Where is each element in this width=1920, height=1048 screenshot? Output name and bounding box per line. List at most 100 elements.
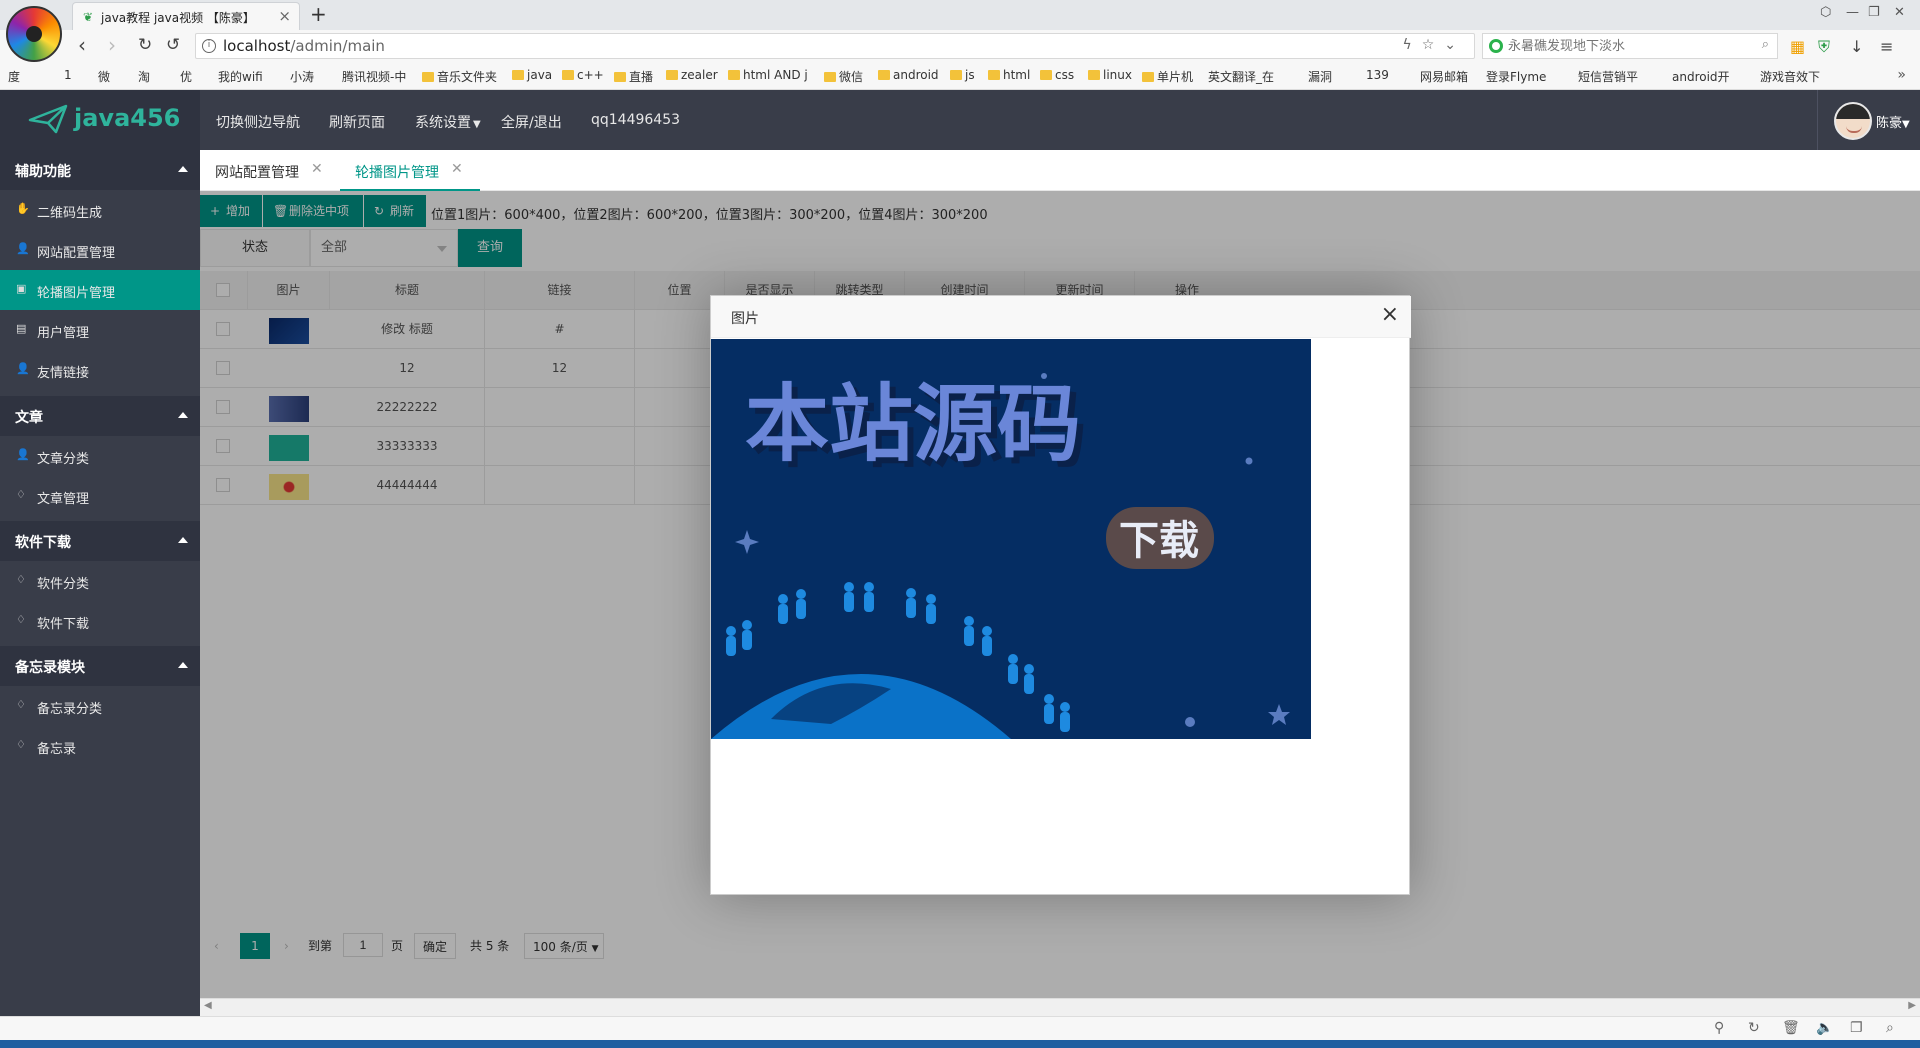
- site-info-icon[interactable]: i: [202, 39, 216, 53]
- bookmark[interactable]: 微: [98, 68, 110, 85]
- sidebar-item-site-config[interactable]: 👤 网站配置管理: [0, 230, 200, 270]
- refresh-icon[interactable]: ↻: [1748, 1020, 1760, 1036]
- sidebar-item-memo[interactable]: ♢ 备忘录: [0, 726, 200, 766]
- sidebar-item-qrcode[interactable]: ✋ 二维码生成: [0, 190, 200, 230]
- search-field[interactable]: ⌕: [1482, 33, 1778, 59]
- tab-site-config[interactable]: 网站配置管理 ✕: [200, 150, 340, 191]
- url-path: /admin/main: [290, 37, 385, 55]
- sidebar-group-aux[interactable]: 辅助功能: [0, 150, 200, 190]
- sidebar-item-label: 备忘录: [37, 742, 77, 757]
- search-input[interactable]: [1508, 36, 1738, 56]
- trash-icon[interactable]: 🗑: [1782, 1020, 1800, 1036]
- bookmark[interactable]: android开: [1672, 68, 1730, 85]
- folder-icon: [878, 70, 890, 80]
- dropdown-icon[interactable]: ⌄: [1444, 37, 1466, 53]
- sidebar-item-links[interactable]: 👤 友情链接: [0, 350, 200, 390]
- bookmark[interactable]: 腾讯视频-中: [342, 68, 406, 85]
- sidebar-item-software-category[interactable]: ♢ 软件分类: [0, 561, 200, 601]
- bookmark-folder[interactable]: c++: [562, 68, 604, 82]
- user-menu[interactable]: 陈豪▼: [1817, 90, 1920, 150]
- preview-image: 本站源码 本站源码 下载: [711, 339, 1311, 739]
- download-icon[interactable]: ↓: [1850, 37, 1863, 56]
- bookmark[interactable]: 网易邮箱: [1420, 68, 1468, 85]
- tab-carousel[interactable]: 轮播图片管理 ✕: [340, 150, 480, 191]
- bookmark[interactable]: 度: [8, 68, 20, 85]
- sidebar-item-users[interactable]: ▤ 用户管理: [0, 310, 200, 350]
- more-bookmarks-icon[interactable]: »: [1897, 67, 1906, 83]
- page-tabs: 网站配置管理 ✕ 轮播图片管理 ✕: [200, 150, 1920, 191]
- bookmark[interactable]: 淘: [138, 68, 150, 85]
- back-icon[interactable]: ‹: [78, 34, 86, 56]
- bookmark-folder[interactable]: 直播: [614, 68, 653, 85]
- sidebar-group-article[interactable]: 文章: [0, 396, 200, 436]
- bookmark-folder[interactable]: zealer: [666, 68, 718, 82]
- browser-tab[interactable]: ❦ java教程 java视频 【陈豪】 ×: [72, 2, 300, 30]
- restore-icon[interactable]: ❐: [1868, 5, 1880, 20]
- apps-icon[interactable]: ▦: [1790, 37, 1805, 56]
- close-tab-icon[interactable]: ✕: [311, 161, 323, 177]
- bookmark-folder[interactable]: java: [512, 68, 552, 82]
- url-field[interactable]: i localhost/admin/main ϟ☆⌄: [195, 33, 1475, 59]
- sidebar-item-article-category[interactable]: 👤 文章分类: [0, 436, 200, 476]
- bookmark[interactable]: 我的wifi: [218, 68, 263, 85]
- bookmark-folder[interactable]: 单片机: [1142, 68, 1193, 85]
- minimize-icon[interactable]: —: [1846, 5, 1859, 20]
- bookmark[interactable]: 小涛: [290, 68, 314, 85]
- browser-logo-icon[interactable]: [6, 6, 62, 62]
- skin-icon[interactable]: ⬡: [1820, 5, 1831, 20]
- bookmark-folder[interactable]: 音乐文件夹: [422, 68, 497, 85]
- bookmarks-bar: 度 1 微 淘 优 我的wifi 小涛 腾讯视频-中 音乐文件夹 java c+…: [0, 62, 1920, 90]
- qq-link[interactable]: qq14496453: [591, 112, 680, 128]
- horizontal-scrollbar[interactable]: ◀ ▶: [200, 998, 1920, 1016]
- bookmark[interactable]: 游戏音效下: [1760, 68, 1820, 85]
- browser-status-bar: ⚲ ↻ 🗑 🔈 ❐ ⌕: [0, 1016, 1920, 1040]
- bookmark-folder[interactable]: html AND j: [728, 68, 808, 82]
- folder-icon: [422, 72, 434, 82]
- bookmark-folder[interactable]: js: [950, 68, 975, 82]
- new-tab-icon[interactable]: +: [310, 2, 327, 26]
- user-name: 陈豪: [1876, 116, 1903, 131]
- sidebar-item-software-download[interactable]: ♢ 软件下载: [0, 601, 200, 641]
- bookmark[interactable]: 英文翻译_在: [1208, 68, 1274, 85]
- bookmark[interactable]: 漏洞: [1308, 68, 1332, 85]
- sidebar-item-carousel[interactable]: ▣ 轮播图片管理: [0, 270, 200, 310]
- volume-icon[interactable]: 🔈: [1816, 1020, 1833, 1036]
- sidebar-group-software[interactable]: 软件下载: [0, 521, 200, 561]
- close-tab-icon[interactable]: ✕: [451, 161, 463, 177]
- close-icon[interactable]: ×: [1381, 302, 1399, 327]
- search-icon[interactable]: ⌕: [1762, 37, 1769, 52]
- sidebar-item-memo-category[interactable]: ♢ 备忘录分类: [0, 686, 200, 726]
- bookmark[interactable]: 优: [180, 68, 192, 85]
- toggle-sidebar-button[interactable]: 切换侧边导航: [216, 112, 300, 132]
- bookmark[interactable]: 1: [64, 68, 72, 82]
- bookmark-folder[interactable]: linux: [1088, 68, 1132, 82]
- bookmark-folder[interactable]: 微信: [824, 68, 863, 85]
- sidebar-group-memo[interactable]: 备忘录模块: [0, 646, 200, 686]
- collapse-arrow-icon: [178, 662, 188, 668]
- bookmark-folder[interactable]: html: [988, 68, 1030, 82]
- zoom-icon[interactable]: ⌕: [1886, 1020, 1894, 1036]
- scroll-left-icon[interactable]: ◀: [204, 1000, 212, 1011]
- star-icon[interactable]: ☆: [1422, 37, 1445, 53]
- close-tab-icon[interactable]: ×: [278, 7, 291, 25]
- bookmark-folder[interactable]: android: [878, 68, 939, 82]
- forward-icon[interactable]: ›: [108, 34, 116, 56]
- refresh-page-button[interactable]: 刷新页面: [329, 112, 385, 132]
- bookmark[interactable]: 139: [1366, 68, 1389, 82]
- undo-icon[interactable]: ↺: [166, 34, 180, 56]
- reload-icon[interactable]: ↻: [138, 34, 152, 56]
- bookmark[interactable]: 登录Flyme: [1486, 68, 1546, 85]
- bookmark-folder[interactable]: css: [1040, 68, 1074, 82]
- lightning-icon[interactable]: ϟ: [1402, 37, 1421, 53]
- fullscreen-button[interactable]: 全屏/退出: [501, 112, 562, 132]
- bookmark-label: zealer: [681, 68, 718, 82]
- window-icon[interactable]: ❐: [1850, 1020, 1863, 1036]
- pin-icon[interactable]: ⚲: [1714, 1020, 1724, 1036]
- sidebar-item-article-manage[interactable]: ♢ 文章管理: [0, 476, 200, 516]
- scroll-right-icon[interactable]: ▶: [1908, 1000, 1916, 1011]
- bookmark[interactable]: 短信营销平: [1578, 68, 1638, 85]
- window-close-icon[interactable]: ✕: [1894, 5, 1905, 20]
- system-settings-menu[interactable]: 系统设置 ▼: [415, 112, 481, 132]
- menu-icon[interactable]: ≡: [1880, 37, 1893, 56]
- shield-icon[interactable]: ⛨: [1818, 37, 1830, 57]
